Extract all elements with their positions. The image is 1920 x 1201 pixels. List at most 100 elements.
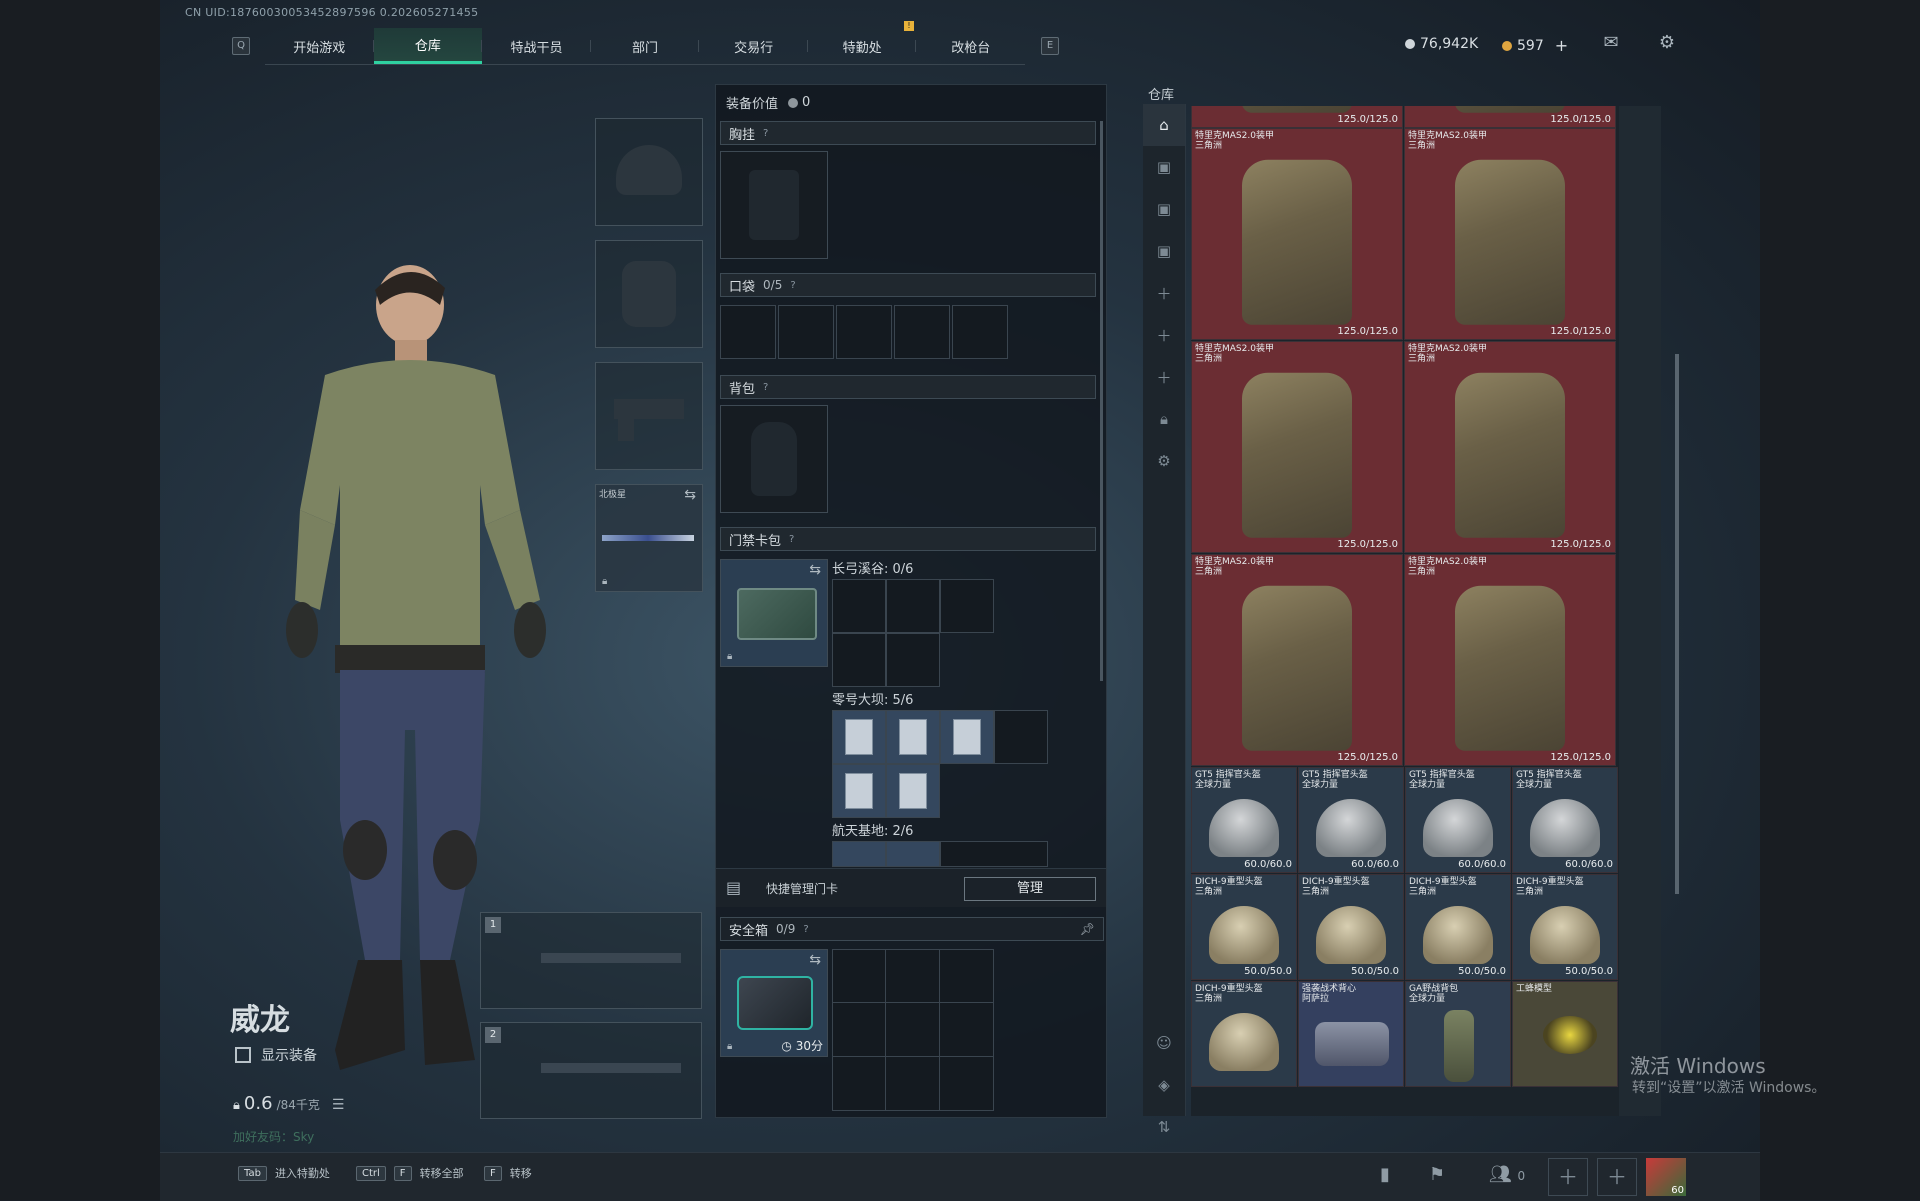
add-currency-button[interactable]: +: [1555, 36, 1568, 55]
tab-department[interactable]: 部门: [591, 28, 700, 64]
swap-icon[interactable]: ⇆: [809, 562, 821, 578]
helmet-item[interactable]: GT5 指挥官头盔 全球力量 60.0/60.0: [1405, 767, 1511, 873]
item-name: DICH-9重型头盔 三角洲: [1516, 877, 1584, 897]
sidearm-slot[interactable]: [595, 362, 703, 470]
warehouse-home-icon[interactable]: ⌂: [1143, 104, 1185, 146]
armor-item[interactable]: 特里克MAS2.0装甲 三角洲 125.0/125.0: [1191, 554, 1403, 766]
keycard-slot[interactable]: [940, 841, 1048, 867]
helmet-icon: [1423, 799, 1493, 858]
layers-icon[interactable]: ◈: [1143, 1064, 1185, 1106]
tab-special-ops[interactable]: 特勤处: [808, 28, 917, 64]
helmet-icon: [1316, 799, 1386, 858]
flag-icon[interactable]: ⚑: [1422, 1160, 1452, 1190]
keycard-slot[interactable]: [886, 841, 940, 867]
helmet-item[interactable]: DICH-9重型头盔 三角洲 50.0/50.0: [1298, 874, 1404, 980]
sort-icon[interactable]: ⇅: [1143, 1106, 1185, 1148]
hint-enter-special-ops[interactable]: Tab 进入特勤处: [238, 1165, 330, 1181]
chest-rig-slot[interactable]: [720, 151, 828, 259]
pocket-slot[interactable]: [952, 305, 1008, 359]
helmet-item[interactable]: GT5 指挥官头盔 全球力量 60.0/60.0: [1191, 767, 1297, 873]
keycard-slot[interactable]: [886, 633, 940, 687]
keycard-slot[interactable]: [832, 841, 886, 867]
melee-slot[interactable]: 北极星 ⇆ 🔒︎: [595, 484, 703, 592]
settings-icon[interactable]: ⚙: [1143, 440, 1185, 482]
tab-gunsmith[interactable]: 改枪台: [916, 28, 1025, 64]
armor-item[interactable]: 特里克MAS2.0装甲 三角洲 125.0/125.0: [1404, 554, 1616, 766]
lock-icon[interactable]: 🔒︎: [1143, 398, 1185, 440]
hint-transfer-all[interactable]: Ctrl F 转移全部: [356, 1165, 464, 1181]
pocket-slot[interactable]: [836, 305, 892, 359]
pocket-slot[interactable]: [778, 305, 834, 359]
keycard-slot[interactable]: [886, 764, 940, 818]
primary-weapon-slot-2[interactable]: 2: [480, 1022, 702, 1119]
swap-icon[interactable]: ⇆: [809, 952, 821, 968]
helmet-item[interactable]: GT5 指挥官头盔 全球力量 60.0/60.0: [1298, 767, 1404, 873]
help-icon[interactable]: ?: [790, 280, 795, 291]
scrollbar[interactable]: [1100, 121, 1103, 681]
backpack-slot[interactable]: [720, 405, 828, 513]
keycard-slot[interactable]: [832, 579, 886, 633]
pocket-slot[interactable]: [894, 305, 950, 359]
swap-icon[interactable]: ⇆: [684, 487, 696, 503]
backpack-item[interactable]: GA野战背包 全球力量: [1405, 981, 1511, 1087]
gear-icon[interactable]: ⚙: [1655, 32, 1679, 54]
tab-warehouse[interactable]: 仓库: [373, 28, 483, 64]
keycard-slot[interactable]: [886, 710, 940, 764]
tab-market[interactable]: 交易行: [699, 28, 808, 64]
stats-icon[interactable]: ▮: [1370, 1160, 1400, 1190]
keycard-slot[interactable]: [832, 764, 886, 818]
warehouse-scrollbar[interactable]: [1675, 354, 1679, 894]
tab-operators[interactable]: 特战干员: [482, 28, 591, 64]
help-icon[interactable]: ?: [763, 128, 768, 139]
add-squad-slot-button[interactable]: ＋: [1597, 1158, 1637, 1196]
help-icon[interactable]: ?: [803, 924, 808, 935]
pocket-slot[interactable]: [720, 305, 776, 359]
add-icon[interactable]: ＋: [1143, 314, 1185, 356]
help-icon[interactable]: ?: [763, 382, 768, 393]
keycard-slot[interactable]: [832, 633, 886, 687]
safe-box-slot[interactable]: ⇆ 🔒︎ ◷ 30分: [720, 949, 828, 1057]
helmet-item[interactable]: DICH-9重型头盔 三角洲 50.0/50.0: [1405, 874, 1511, 980]
add-squad-slot-button[interactable]: ＋: [1548, 1158, 1588, 1196]
helmet-item[interactable]: GT5 指挥官头盔 全球力量 60.0/60.0: [1512, 767, 1618, 873]
storage-tab-1-icon[interactable]: ▣: [1143, 146, 1185, 188]
tab-start-game[interactable]: 开始游戏: [265, 28, 374, 64]
armor-item[interactable]: 特里克MAS2.0装甲 三角洲 125.0/125.0: [1404, 128, 1616, 340]
helmet-item[interactable]: DICH-9重型头盔 三角洲 50.0/50.0: [1512, 874, 1618, 980]
help-icon[interactable]: ?: [789, 534, 794, 545]
checkbox[interactable]: [235, 1047, 251, 1063]
helmet-slot[interactable]: [595, 118, 703, 226]
helmet-item[interactable]: DICH-9重型头盔 三角洲: [1191, 981, 1297, 1087]
safe-box-grid[interactable]: [832, 949, 994, 1111]
armor-slot[interactable]: [595, 240, 703, 348]
keycard-slot[interactable]: [886, 579, 940, 633]
helmet-item[interactable]: DICH-9重型头盔 三角洲 50.0/50.0: [1191, 874, 1297, 980]
collectible-item[interactable]: 工蜂模型: [1512, 981, 1618, 1087]
list-icon[interactable]: ☰: [332, 1097, 345, 1113]
storage-tab-3-icon[interactable]: ▣: [1143, 230, 1185, 272]
chest-rig-item[interactable]: 强袭战术背心 阿萨拉: [1298, 981, 1404, 1087]
hint-transfer[interactable]: F 转移: [484, 1165, 532, 1181]
add-icon[interactable]: ＋: [1143, 356, 1185, 398]
armor-item[interactable]: 特里克MAS2.0装甲 三角洲 125.0/125.0: [1191, 341, 1403, 553]
mail-icon[interactable]: ✉: [1599, 32, 1623, 54]
armor-vest-icon: [1455, 372, 1565, 538]
avatar[interactable]: 60: [1646, 1158, 1686, 1196]
keycard-slot[interactable]: [832, 710, 886, 764]
keycard-slot[interactable]: [994, 710, 1048, 764]
armor-item[interactable]: 特里克MAS2.0装甲 三角洲 125.0/125.0: [1404, 341, 1616, 553]
primary-weapon-slot-1[interactable]: 1: [480, 912, 702, 1009]
keycard-slot[interactable]: [940, 710, 994, 764]
show-gear-toggle[interactable]: 显示装备: [235, 1045, 317, 1065]
armor-item[interactable]: 125.0/125.0: [1404, 106, 1616, 128]
keycard-slot[interactable]: [940, 579, 994, 633]
friends-button[interactable]: 👥︎ 0: [1482, 1160, 1532, 1190]
armor-item[interactable]: 125.0/125.0: [1191, 106, 1403, 128]
storage-tab-2-icon[interactable]: ▣: [1143, 188, 1185, 230]
manage-button[interactable]: 管理: [964, 877, 1096, 901]
pin-icon[interactable]: 📌︎: [1080, 922, 1095, 936]
keycard-wallet-slot[interactable]: ⇆ 🔒︎: [720, 559, 828, 667]
add-icon[interactable]: ＋: [1143, 272, 1185, 314]
operator-icon[interactable]: ☺: [1143, 1022, 1185, 1064]
armor-item[interactable]: 特里克MAS2.0装甲 三角洲 125.0/125.0: [1191, 128, 1403, 340]
